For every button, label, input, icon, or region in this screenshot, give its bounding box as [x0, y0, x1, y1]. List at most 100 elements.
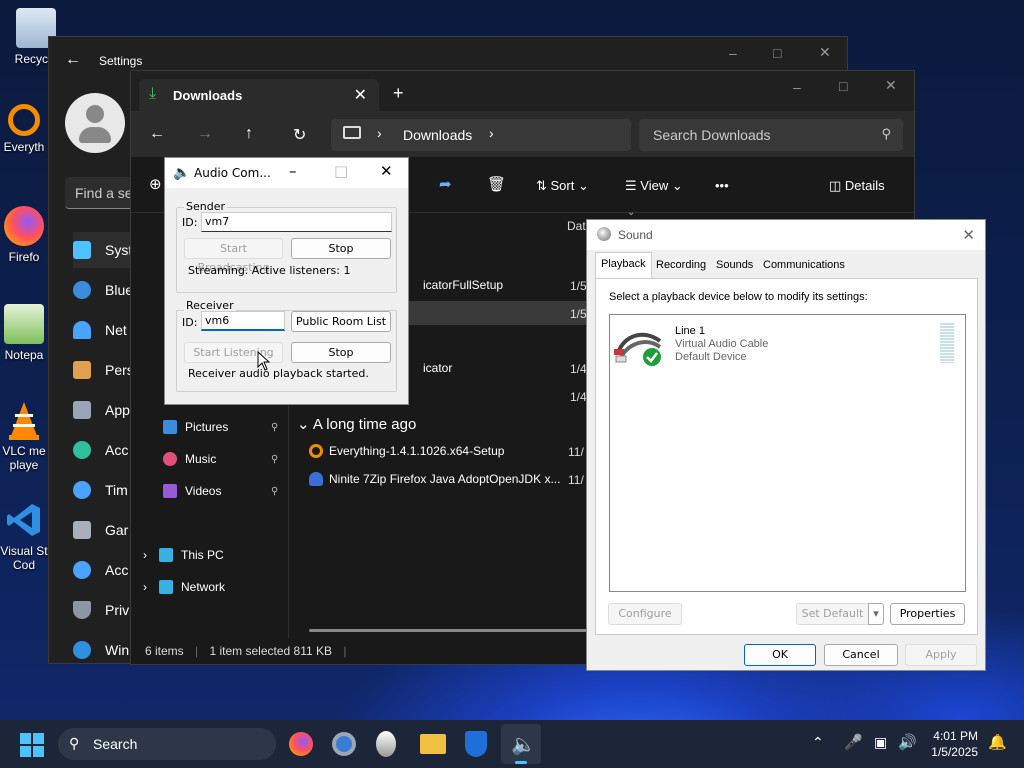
- set-default-dropdown[interactable]: ▾: [868, 603, 884, 625]
- notification-bell-icon[interactable]: 🔔: [988, 733, 1007, 751]
- nav-item-system[interactable]: Syst: [73, 232, 133, 268]
- configure-button[interactable]: Configure: [608, 603, 682, 625]
- device-row-line-1[interactable]: Line 1 Virtual Audio Cable Default Devic…: [610, 315, 965, 375]
- person-icon: [73, 441, 91, 459]
- file-row[interactable]: icatorFullSetup: [423, 273, 503, 297]
- set-default-button[interactable]: Set Default: [796, 603, 868, 625]
- taskbar-defender-icon[interactable]: [465, 731, 487, 757]
- chevron-up-icon[interactable]: ⌃: [812, 734, 824, 751]
- nav-item-accounts[interactable]: Acc: [73, 432, 133, 468]
- network-icon[interactable]: ▣: [874, 734, 887, 751]
- forward-arrow-icon[interactable]: →: [197, 125, 213, 143]
- tab-communications[interactable]: Communications: [758, 254, 850, 278]
- close-icon[interactable]: ✕: [885, 77, 897, 94]
- share-icon[interactable]: ➦: [439, 175, 452, 193]
- tab-downloads[interactable]: ⤓ Downloads ✕: [139, 79, 379, 111]
- ok-button[interactable]: OK: [744, 644, 816, 666]
- details-pane-button[interactable]: ◫ Details: [829, 178, 885, 194]
- start-windows-icon[interactable]: [20, 733, 44, 757]
- nav-item-accessibility[interactable]: Acc: [73, 552, 133, 588]
- desktop-icon-notepad[interactable]: Notepa: [0, 304, 48, 362]
- chevron-right-icon[interactable]: ›: [489, 125, 494, 141]
- nav-item-network[interactable]: Net: [73, 312, 133, 348]
- playback-panel: Select a playback device below to modify…: [595, 278, 978, 635]
- close-tab-icon[interactable]: ✕: [354, 85, 367, 105]
- new-tab-icon[interactable]: +: [393, 83, 404, 104]
- up-arrow-icon[interactable]: ↑: [245, 125, 253, 143]
- user-avatar[interactable]: [65, 93, 125, 153]
- column-header-date[interactable]: Dat: [567, 219, 586, 233]
- desktop-icon-vscode[interactable]: Visual St Cod: [0, 500, 48, 572]
- taskbar-firefox-icon[interactable]: [289, 732, 313, 756]
- receiver-status-text: Receiver audio playback started.: [188, 367, 369, 380]
- cancel-button[interactable]: Cancel: [824, 644, 898, 666]
- nav-pictures[interactable]: Pictures: [163, 420, 228, 434]
- nav-item-bluetooth[interactable]: Blue: [73, 272, 133, 308]
- receiver-id-input[interactable]: vm6: [201, 311, 285, 331]
- tab-sounds[interactable]: Sounds: [711, 254, 758, 278]
- close-icon[interactable]: ✕: [819, 44, 831, 61]
- maximize-icon[interactable]: □: [839, 78, 847, 94]
- volume-icon[interactable]: 🔊: [898, 733, 917, 751]
- sort-button[interactable]: ⇅ Sort ⌄: [536, 178, 589, 194]
- desktop-icon-firefox[interactable]: Firefo: [0, 206, 48, 264]
- properties-button[interactable]: Properties: [890, 603, 965, 625]
- tab-playback[interactable]: Playback: [595, 252, 652, 278]
- device-list[interactable]: Line 1 Virtual Audio Cable Default Devic…: [609, 314, 966, 592]
- minimize-icon[interactable]: –: [289, 162, 297, 180]
- start-broadcasting-button[interactable]: Start Broadcasting: [184, 238, 283, 274]
- nav-videos[interactable]: Videos: [163, 484, 221, 498]
- close-icon[interactable]: ✕: [380, 162, 393, 180]
- file-row[interactable]: Everything-1.4.1.1026.x64-Setup: [309, 439, 504, 463]
- receiver-stop-button[interactable]: Stop: [291, 342, 391, 363]
- breadcrumb[interactable]: Downloads: [403, 127, 472, 143]
- apply-button[interactable]: Apply: [905, 644, 977, 666]
- nav-item-time[interactable]: Tim: [73, 472, 133, 508]
- maximize-icon[interactable]: □: [773, 45, 781, 61]
- nav-network[interactable]: › Network: [143, 580, 225, 594]
- back-arrow-icon[interactable]: ←: [65, 51, 81, 69]
- more-options-button[interactable]: •••: [715, 178, 729, 193]
- videos-icon: [163, 484, 177, 498]
- public-room-list-button[interactable]: Public Room List: [291, 311, 391, 332]
- taskbar-file-explorer-icon[interactable]: [420, 734, 446, 754]
- file-date: 1/5: [570, 279, 587, 293]
- sender-id-input[interactable]: vm7: [201, 212, 392, 232]
- refresh-icon[interactable]: ↻: [293, 125, 306, 145]
- taskbar-app-icon[interactable]: [376, 731, 396, 757]
- minimize-icon[interactable]: –: [729, 45, 737, 61]
- taskbar-search[interactable]: ⚲ Search: [58, 728, 276, 760]
- chevron-right-icon[interactable]: ›: [143, 580, 147, 594]
- group-header-long-ago[interactable]: ⌄ A long time ago: [297, 415, 416, 433]
- nav-item-privacy[interactable]: Priv: [73, 592, 133, 628]
- sender-stop-button[interactable]: Stop: [291, 238, 391, 259]
- tab-recording[interactable]: Recording: [651, 254, 711, 278]
- nav-music[interactable]: Music: [163, 452, 216, 466]
- desktop-icon-everything[interactable]: Everyth: [0, 104, 48, 154]
- nav-item-apps[interactable]: App: [73, 392, 133, 428]
- back-arrow-icon[interactable]: ←: [149, 125, 165, 143]
- nav-item-personalization[interactable]: Pers: [73, 352, 133, 388]
- firefox-icon: [4, 206, 44, 246]
- desktop-icon-vlc[interactable]: VLC me playe: [0, 400, 48, 472]
- search-input[interactable]: Search Downloads ⚲: [639, 119, 903, 151]
- chevron-right-icon[interactable]: ›: [143, 548, 147, 562]
- file-row[interactable]: Ninite 7Zip Firefox Java AdoptOpenJDK x.…: [309, 467, 560, 491]
- microphone-icon[interactable]: 🎤: [844, 733, 863, 751]
- speaker-icon: 🔈: [511, 734, 536, 756]
- file-row[interactable]: icator: [423, 356, 452, 380]
- nav-item-gaming[interactable]: Gar: [73, 512, 133, 548]
- close-icon[interactable]: ✕: [962, 226, 975, 244]
- taskbar-clock[interactable]: 4:01 PM 1/5/2025: [928, 728, 978, 760]
- delete-icon[interactable]: 🗑: [487, 175, 506, 193]
- nav-this-pc[interactable]: › This PC: [143, 548, 224, 562]
- file-date: 1/5: [570, 307, 587, 321]
- address-input[interactable]: › Downloads ›: [331, 119, 631, 151]
- taskbar-audio-communicator[interactable]: 🔈: [501, 724, 541, 764]
- taskbar-settings-icon[interactable]: [332, 732, 356, 756]
- horizontal-scrollbar[interactable]: [309, 629, 589, 632]
- view-button[interactable]: ☰ View ⌄: [625, 178, 683, 194]
- minimize-icon[interactable]: –: [793, 79, 801, 95]
- new-icon[interactable]: ⊕: [149, 175, 162, 193]
- nav-item-windows-update[interactable]: Win: [73, 632, 133, 668]
